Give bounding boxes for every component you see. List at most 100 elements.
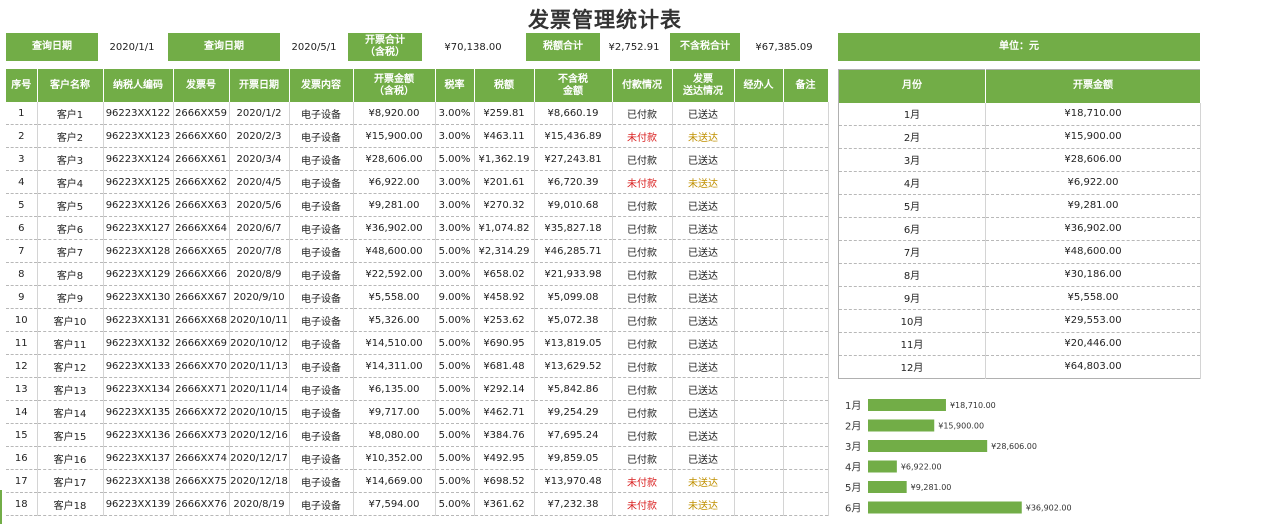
- table-cell[interactable]: ¥8,080.00: [353, 423, 436, 447]
- table-cell[interactable]: 电子设备: [289, 147, 354, 171]
- table-cell[interactable]: 电子设备: [289, 170, 354, 194]
- table-cell[interactable]: 客户18: [37, 492, 104, 516]
- table-cell[interactable]: 客户16: [37, 446, 104, 470]
- column-header[interactable]: 不含税 金额: [534, 69, 613, 102]
- table-row[interactable]: 9 客户9 96223XX130 2666XX67 2020/9/10 电子设备 ¥5,55…: [6, 285, 829, 309]
- table-cell[interactable]: 8: [6, 262, 38, 286]
- column-header[interactable]: 序号: [6, 69, 38, 102]
- table-cell[interactable]: 2020/12/18: [229, 469, 290, 493]
- month-row[interactable]: 11月 ¥20,446.00: [838, 332, 1201, 356]
- table-cell[interactable]: 客户13: [37, 377, 104, 401]
- query-date-2[interactable]: 2020/5/1: [282, 33, 346, 61]
- table-cell[interactable]: 客户7: [37, 239, 104, 263]
- table-cell[interactable]: 已付款: [612, 102, 673, 125]
- table-row[interactable]: 4 客户4 96223XX125 2666XX62 2020/4/5 电子设备 ¥6,922…: [6, 170, 829, 194]
- table-cell[interactable]: 3.00%: [435, 124, 475, 148]
- table-cell[interactable]: 已付款: [612, 446, 673, 470]
- table-cell[interactable]: ¥7,594.00: [353, 492, 436, 516]
- table-cell[interactable]: 2020/3/4: [229, 147, 290, 171]
- table-cell[interactable]: [783, 377, 829, 401]
- table-cell[interactable]: 6: [6, 216, 38, 240]
- month-cell[interactable]: ¥15,900.00: [985, 125, 1201, 149]
- table-cell[interactable]: 已送达: [672, 262, 735, 286]
- table-cell[interactable]: [734, 170, 784, 194]
- table-cell[interactable]: [783, 193, 829, 217]
- table-cell[interactable]: 2666XX70: [173, 354, 230, 378]
- table-cell[interactable]: 5.00%: [435, 331, 475, 355]
- table-cell[interactable]: 已送达: [672, 354, 735, 378]
- table-cell[interactable]: 2666XX68: [173, 308, 230, 332]
- table-cell[interactable]: [783, 124, 829, 148]
- table-cell[interactable]: ¥36,902.00: [353, 216, 436, 240]
- table-cell[interactable]: 电子设备: [289, 354, 354, 378]
- table-cell[interactable]: 10: [6, 308, 38, 332]
- table-cell[interactable]: 未送达: [672, 124, 735, 148]
- table-row[interactable]: 15 客户15 96223XX136 2666XX73 2020/12/16 电子设备 ¥8…: [6, 423, 829, 447]
- table-cell[interactable]: ¥22,592.00: [353, 262, 436, 286]
- table-cell[interactable]: 已送达: [672, 147, 735, 171]
- table-cell[interactable]: 5.00%: [435, 492, 475, 516]
- table-cell[interactable]: 2666XX64: [173, 216, 230, 240]
- table-cell[interactable]: 13: [6, 377, 38, 401]
- table-cell[interactable]: 已送达: [672, 285, 735, 309]
- table-cell[interactable]: 96223XX139: [103, 492, 174, 516]
- table-cell[interactable]: ¥46,285.71: [534, 239, 613, 263]
- column-header[interactable]: 备注: [783, 69, 829, 102]
- table-cell[interactable]: 已送达: [672, 102, 735, 125]
- table-cell[interactable]: 96223XX123: [103, 124, 174, 148]
- table-row[interactable]: 13 客户13 96223XX134 2666XX71 2020/11/14 电子设备 ¥6…: [6, 377, 829, 401]
- table-cell[interactable]: 5.00%: [435, 469, 475, 493]
- table-cell[interactable]: [783, 262, 829, 286]
- table-cell[interactable]: 2020/5/6: [229, 193, 290, 217]
- table-cell[interactable]: ¥5,842.86: [534, 377, 613, 401]
- table-cell[interactable]: 11: [6, 331, 38, 355]
- table-cell[interactable]: 电子设备: [289, 262, 354, 286]
- table-cell[interactable]: ¥5,326.00: [353, 308, 436, 332]
- table-cell[interactable]: 96223XX126: [103, 193, 174, 217]
- table-cell[interactable]: 已付款: [612, 147, 673, 171]
- table-row[interactable]: 12 客户12 96223XX133 2666XX70 2020/11/13 电子设备 ¥1…: [6, 354, 829, 378]
- table-cell[interactable]: [734, 124, 784, 148]
- table-cell[interactable]: ¥253.62: [474, 308, 535, 332]
- month-cell[interactable]: 6月: [838, 217, 986, 241]
- table-cell[interactable]: 5.00%: [435, 446, 475, 470]
- table-cell[interactable]: 2666XX63: [173, 193, 230, 217]
- table-cell[interactable]: 已付款: [612, 262, 673, 286]
- table-cell[interactable]: 未付款: [612, 124, 673, 148]
- query-date-1[interactable]: 2020/1/1: [98, 33, 166, 61]
- column-header[interactable]: 税额: [474, 69, 535, 102]
- table-cell[interactable]: 客户12: [37, 354, 104, 378]
- table-cell[interactable]: 14: [6, 400, 38, 424]
- table-cell[interactable]: 客户14: [37, 400, 104, 424]
- table-cell[interactable]: ¥1,074.82: [474, 216, 535, 240]
- table-cell[interactable]: 2666XX71: [173, 377, 230, 401]
- column-header[interactable]: 纳税人编码: [103, 69, 174, 102]
- month-cell[interactable]: ¥18,710.00: [985, 102, 1201, 126]
- table-cell[interactable]: ¥201.61: [474, 170, 535, 194]
- table-cell[interactable]: 客户17: [37, 469, 104, 493]
- month-cell[interactable]: 12月: [838, 355, 986, 379]
- table-cell[interactable]: 96223XX138: [103, 469, 174, 493]
- table-cell[interactable]: ¥5,558.00: [353, 285, 436, 309]
- table-cell[interactable]: [734, 308, 784, 332]
- table-cell[interactable]: 5: [6, 193, 38, 217]
- table-cell[interactable]: 5.00%: [435, 400, 475, 424]
- table-cell[interactable]: 2666XX62: [173, 170, 230, 194]
- table-cell[interactable]: [734, 377, 784, 401]
- table-cell[interactable]: ¥1,362.19: [474, 147, 535, 171]
- table-cell[interactable]: [783, 423, 829, 447]
- table-cell[interactable]: [734, 400, 784, 424]
- table-cell[interactable]: 2020/6/7: [229, 216, 290, 240]
- month-cell[interactable]: ¥36,902.00: [985, 217, 1201, 241]
- month-column-header[interactable]: 开票金额: [985, 69, 1201, 103]
- table-cell[interactable]: 已付款: [612, 216, 673, 240]
- table-cell[interactable]: 电子设备: [289, 377, 354, 401]
- table-cell[interactable]: [783, 285, 829, 309]
- table-cell[interactable]: 客户3: [37, 147, 104, 171]
- month-row[interactable]: 9月 ¥5,558.00: [838, 286, 1201, 310]
- table-cell[interactable]: 5.00%: [435, 308, 475, 332]
- month-cell[interactable]: 2月: [838, 125, 986, 149]
- table-cell[interactable]: 2666XX74: [173, 446, 230, 470]
- table-cell[interactable]: 5.00%: [435, 239, 475, 263]
- table-cell[interactable]: 电子设备: [289, 492, 354, 516]
